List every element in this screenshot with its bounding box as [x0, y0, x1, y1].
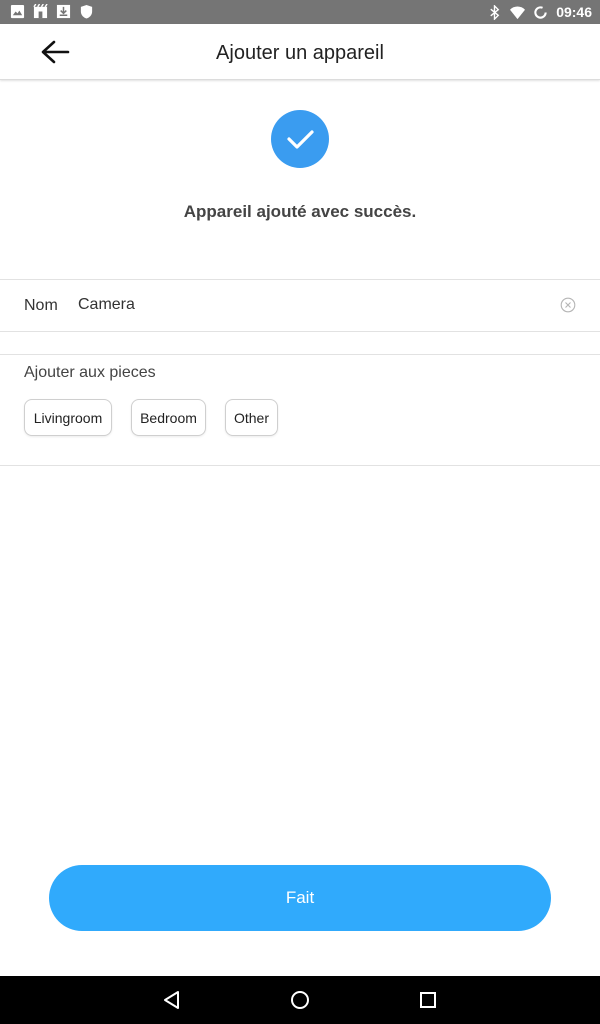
name-row: Nom — [0, 280, 600, 331]
nav-recents-icon — [420, 992, 436, 1008]
nav-back-icon — [164, 991, 179, 1009]
nav-home-button[interactable] — [288, 988, 312, 1012]
clear-button[interactable] — [560, 297, 576, 313]
image-icon — [10, 4, 25, 19]
store-icon — [33, 4, 48, 19]
name-input[interactable] — [78, 290, 538, 320]
sync-icon — [534, 5, 547, 19]
nav-back-button[interactable] — [160, 988, 184, 1012]
success-check-icon — [271, 110, 329, 168]
done-button[interactable]: Fait — [49, 865, 551, 931]
app-screen: 09:46 Ajouter un appareil Appareil ajout… — [0, 0, 600, 1024]
nav-home-icon — [291, 991, 309, 1009]
rooms-label: Ajouter aux pieces — [24, 364, 156, 381]
success-message: Appareil ajouté avec succès. — [183, 202, 417, 221]
download-icon — [56, 4, 71, 19]
room-chip-other[interactable]: Other — [225, 399, 278, 436]
status-clock: 09:46 — [556, 4, 592, 20]
clear-circle-icon — [560, 297, 576, 313]
room-chip-bedroom[interactable]: Bedroom — [131, 399, 206, 436]
name-label: Nom — [24, 297, 58, 314]
status-bar-left-icons — [10, 4, 94, 19]
nav-bar — [0, 976, 600, 1024]
check-icon — [287, 130, 314, 149]
status-bar: 09:46 — [0, 0, 600, 24]
bluetooth-icon — [490, 4, 500, 20]
wifi-icon — [510, 6, 526, 19]
divider — [0, 331, 600, 332]
divider — [0, 354, 600, 355]
page-title: Ajouter un appareil — [216, 42, 384, 64]
app-bar: Ajouter un appareil — [0, 24, 600, 80]
divider — [0, 465, 600, 466]
nav-recents-button[interactable] — [416, 988, 440, 1012]
shield-icon — [80, 4, 93, 19]
status-bar-right-icons: 09:46 — [487, 3, 592, 21]
room-chip-livingroom[interactable]: Livingroom — [24, 399, 112, 436]
